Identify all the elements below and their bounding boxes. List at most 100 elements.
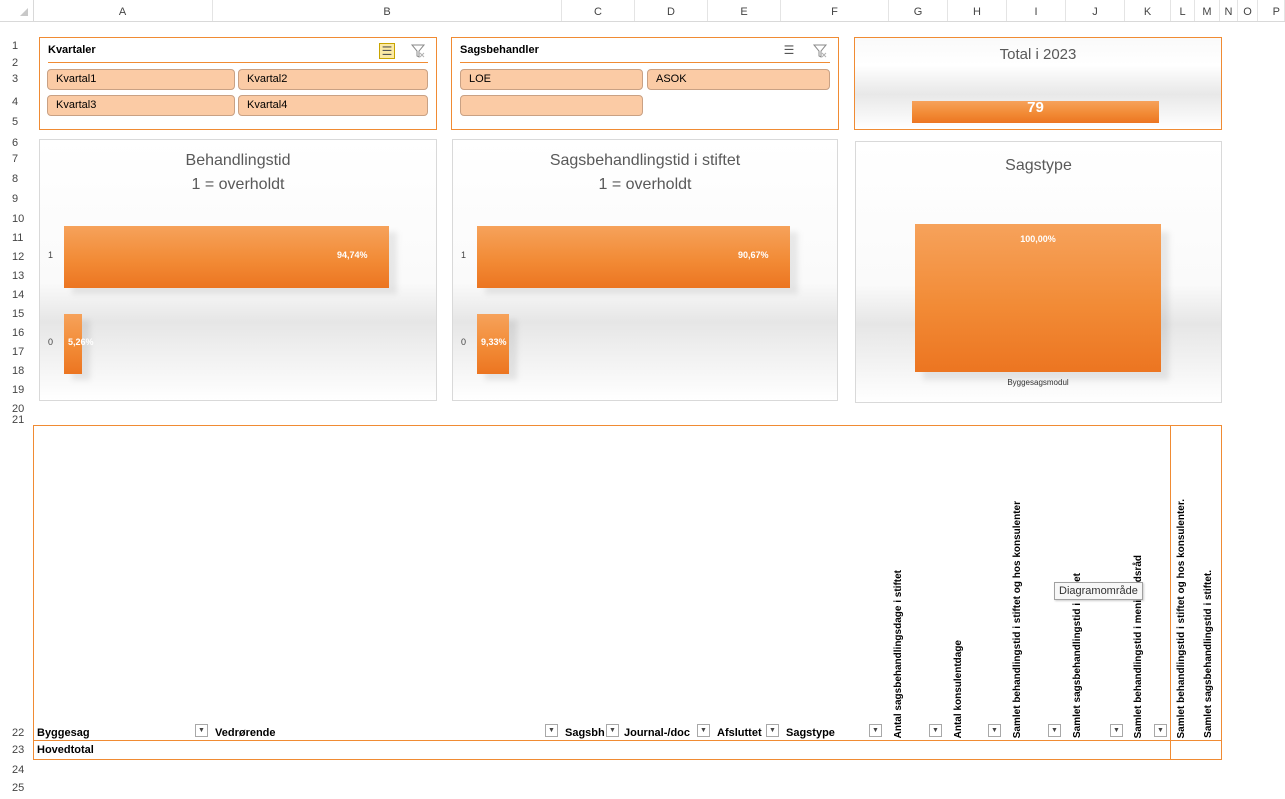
column-header-k[interactable]: K: [1125, 0, 1171, 21]
column-header-a[interactable]: A: [33, 0, 213, 21]
pivot-header-afsluttet[interactable]: Afsluttet: [717, 727, 762, 739]
column-header-n[interactable]: N: [1220, 0, 1238, 21]
row-header-11[interactable]: 11: [0, 232, 33, 244]
column-header-bar: A B C D E F G H I J K L M N O P: [0, 0, 1285, 22]
column-header-c[interactable]: C: [562, 0, 635, 21]
row-header-10[interactable]: 10: [0, 213, 33, 225]
column-header-f[interactable]: F: [781, 0, 889, 21]
filter-dropdown-icon[interactable]: ▼: [766, 724, 779, 737]
filter-dropdown-icon[interactable]: ▼: [988, 724, 1001, 737]
row-header-1[interactable]: 1: [0, 40, 33, 52]
slicer-title: Kvartaler: [48, 44, 96, 56]
row-header-22[interactable]: 22: [0, 727, 33, 739]
row-header-14[interactable]: 14: [0, 289, 33, 301]
pivot-table[interactable]: [33, 425, 1222, 760]
pivot-header-sagstype[interactable]: Sagstype: [786, 727, 835, 739]
row-header-2[interactable]: 2: [0, 57, 33, 69]
filter-dropdown-icon[interactable]: ▼: [929, 724, 942, 737]
row-header-18[interactable]: 18: [0, 365, 33, 377]
chart-sagsbehandlingstid[interactable]: Sagsbehandlingstid i stiftet 1 = overhol…: [452, 139, 838, 401]
row-header-19[interactable]: 19: [0, 384, 33, 396]
bar: [915, 224, 1161, 372]
select-all-corner[interactable]: [0, 0, 34, 21]
multi-select-icon[interactable]: ☰: [379, 43, 395, 59]
filter-dropdown-icon[interactable]: ▼: [1110, 724, 1123, 737]
chart-title-line2: 1 = overholdt: [191, 176, 285, 193]
data-label: 5,26%: [68, 337, 94, 347]
pivot-header-samlet-behandlingstid[interactable]: Samlet behandlingstid i stiftet og hos k…: [1012, 501, 1023, 738]
row-header-25[interactable]: 25: [0, 782, 33, 794]
slicer-sagsbehandler[interactable]: Sagsbehandler ☰ LOE ASOK: [451, 37, 839, 130]
row-header-13[interactable]: 13: [0, 270, 33, 282]
pivot-header-vedroerende[interactable]: Vedrørende: [215, 727, 276, 739]
row-header-8[interactable]: 8: [0, 173, 33, 185]
column-header-l[interactable]: L: [1171, 0, 1195, 21]
data-label: 94,74%: [337, 250, 368, 260]
row-header-9[interactable]: 9: [0, 193, 33, 205]
filter-dropdown-icon[interactable]: ▼: [606, 724, 619, 737]
row-header-12[interactable]: 12: [0, 251, 33, 263]
pivot-header-sum-sagsbehandlingstid[interactable]: Samlet sagsbehandlingstid i stiftet.: [1203, 570, 1214, 738]
pivot-header-sum-behandlingstid[interactable]: Samlet behandlingstid i stiftet og hos k…: [1176, 499, 1187, 738]
slicer-item-kvartal1[interactable]: Kvartal1: [47, 69, 235, 90]
category-label: 1: [461, 250, 467, 260]
row-header-7[interactable]: 7: [0, 153, 33, 165]
category-label: 1: [48, 250, 54, 260]
row-header-23[interactable]: 23: [0, 744, 33, 756]
pivot-header-antal-sagsbehandlingsdage[interactable]: Antal sagsbehandlingsdage i stiftet: [893, 570, 904, 738]
data-label: 9,33%: [481, 337, 507, 347]
row-header-4[interactable]: 4: [0, 96, 33, 108]
total-value: 79: [1027, 99, 1044, 116]
row-header-5[interactable]: 5: [0, 116, 33, 128]
column-header-d[interactable]: D: [635, 0, 708, 21]
slicer-item-kvartal3[interactable]: Kvartal3: [47, 95, 235, 116]
row-header-3[interactable]: 3: [0, 73, 33, 85]
row-header-17[interactable]: 17: [0, 346, 33, 358]
chart-behandlingstid[interactable]: Behandlingstid 1 = overholdt 1 94,74% 0 5,2…: [39, 139, 437, 401]
row-header-24[interactable]: 24: [0, 764, 33, 776]
column-header-m[interactable]: M: [1195, 0, 1220, 21]
filter-dropdown-icon[interactable]: ▼: [1154, 724, 1167, 737]
column-header-e[interactable]: E: [708, 0, 781, 21]
chart-title-line1: Sagstype: [1005, 157, 1072, 174]
filter-dropdown-icon[interactable]: ▼: [869, 724, 882, 737]
category-label: 0: [48, 337, 54, 347]
filter-dropdown-icon[interactable]: ▼: [1048, 724, 1061, 737]
filter-active-icon[interactable]: ▼: [697, 724, 710, 737]
pivot-header-byggesag[interactable]: Byggesag: [37, 727, 90, 739]
clear-filter-icon[interactable]: [812, 43, 828, 59]
filter-dropdown-icon[interactable]: ▼: [195, 724, 208, 737]
column-header-j[interactable]: J: [1066, 0, 1125, 21]
column-header-h[interactable]: H: [948, 0, 1007, 21]
clear-filter-icon[interactable]: [410, 43, 426, 59]
pivot-header-journal[interactable]: Journal-/doc: [624, 727, 690, 739]
multi-select-icon[interactable]: ☰: [781, 43, 797, 59]
row-header-16[interactable]: 16: [0, 327, 33, 339]
column-header-b[interactable]: B: [213, 0, 562, 21]
slicer-item-loe[interactable]: LOE: [460, 69, 643, 90]
column-header-g[interactable]: G: [889, 0, 948, 21]
slicer-item-kvartal4[interactable]: Kvartal4: [238, 95, 428, 116]
slicer-divider: [48, 62, 428, 63]
pivot-header-sagsbh[interactable]: Sagsbh: [565, 727, 605, 739]
filter-dropdown-icon[interactable]: ▼: [545, 724, 558, 737]
slicer-item-asok[interactable]: ASOK: [647, 69, 830, 90]
chart-tooltip: Diagramområde: [1054, 582, 1143, 600]
total-card[interactable]: Total i 2023 79: [854, 37, 1222, 130]
row-header-21[interactable]: 21: [0, 414, 33, 426]
category-label: 0: [461, 337, 467, 347]
column-header-o[interactable]: O: [1238, 0, 1258, 21]
data-label: 100,00%: [1020, 234, 1056, 244]
pivot-header-antal-konsulentdage[interactable]: Antal konsulentdage: [953, 640, 964, 738]
slicer-kvartaler[interactable]: Kvartaler ☰ Kvartal1 Kvartal2 Kvartal3 K…: [39, 37, 437, 130]
chart-title-line1: Behandlingstid: [185, 152, 291, 169]
slicer-title: Sagsbehandler: [460, 44, 539, 56]
slicer-item-kvartal2[interactable]: Kvartal2: [238, 69, 428, 90]
row-header-15[interactable]: 15: [0, 308, 33, 320]
column-header-i[interactable]: I: [1007, 0, 1066, 21]
column-header-p[interactable]: P: [1258, 0, 1285, 21]
row-header-6[interactable]: 6: [0, 137, 33, 149]
chart-sagstype[interactable]: Sagstype 100,00% Byggesagsmodul: [855, 141, 1222, 403]
category-label: Byggesagsmodul: [1007, 378, 1069, 387]
slicer-item-blank[interactable]: [460, 95, 643, 116]
